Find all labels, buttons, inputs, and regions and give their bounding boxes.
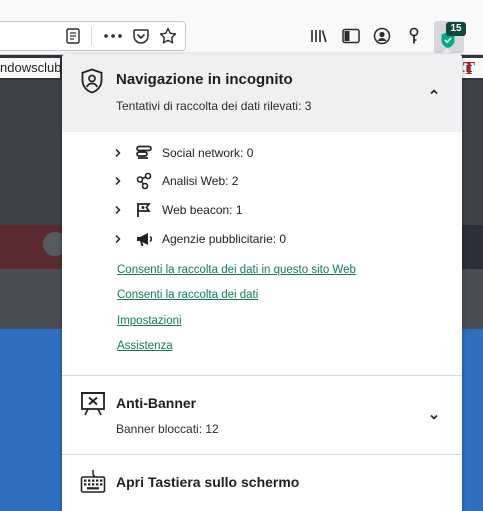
antibanner-subtitle: Banner bloccati: 12 bbox=[116, 422, 219, 436]
incognito-title: Navigazione in incognito bbox=[116, 71, 293, 88]
social-network-icon bbox=[134, 144, 154, 162]
chevron-up-icon[interactable] bbox=[428, 84, 442, 98]
tracker-row-analytics[interactable]: Analisi Web: 2 bbox=[114, 171, 238, 191]
tracker-label-social: Social network: 0 bbox=[162, 146, 254, 160]
key-icon[interactable] bbox=[404, 26, 424, 46]
bookmark-star-icon[interactable] bbox=[158, 26, 178, 46]
more-actions-icon[interactable] bbox=[103, 27, 123, 45]
support-link[interactable]: Assistenza bbox=[117, 340, 173, 352]
chevron-right-icon[interactable] bbox=[114, 176, 128, 186]
antibanner-section[interactable]: Anti-Banner Banner bloccati: 12 bbox=[62, 376, 462, 454]
keyboard-icon bbox=[80, 468, 106, 494]
tracker-label-analytics: Analisi Web: 2 bbox=[162, 174, 239, 188]
ad-agencies-icon bbox=[134, 230, 154, 248]
onscreen-keyboard-title: Apri Tastiera sullo schermo bbox=[116, 474, 300, 490]
account-icon[interactable] bbox=[372, 27, 392, 45]
bookmark-item-left[interactable]: ndowsclub bbox=[0, 58, 61, 78]
library-icon[interactable] bbox=[309, 27, 329, 45]
tracker-row-social[interactable]: Social network: 0 bbox=[114, 143, 253, 163]
web-page-strip bbox=[0, 269, 62, 329]
reader-view-icon[interactable] bbox=[64, 27, 82, 45]
settings-link[interactable]: Impostazioni bbox=[117, 315, 182, 327]
allow-data-collection-link[interactable]: Consenti la raccolta dei dati bbox=[117, 289, 258, 301]
chevron-right-icon[interactable] bbox=[114, 148, 128, 158]
site-logo-letter: T bbox=[463, 58, 476, 78]
incognito-section-header[interactable]: Navigazione in incognito Tentativi di ra… bbox=[62, 54, 462, 132]
tracker-row-ad-agencies[interactable]: Agenzie pubblicitarie: 0 bbox=[114, 229, 286, 249]
tracker-label-ad-agencies: Agenzie pubblicitarie: 0 bbox=[162, 232, 287, 246]
browser-toolbar: 15 bbox=[0, 0, 483, 55]
web-analytics-icon bbox=[134, 172, 154, 190]
pocket-icon[interactable] bbox=[132, 27, 150, 45]
tracker-row-beacon[interactable]: Web beacon: 1 bbox=[114, 200, 243, 220]
web-page-strip-right bbox=[462, 269, 483, 329]
sidebar-icon[interactable] bbox=[341, 27, 361, 45]
chevron-right-icon[interactable] bbox=[114, 205, 128, 215]
onscreen-keyboard-item[interactable]: Apri Tastiera sullo schermo bbox=[62, 455, 462, 511]
chevron-down-icon[interactable] bbox=[428, 409, 442, 423]
antibanner-title: Anti-Banner bbox=[116, 395, 197, 411]
antibanner-icon bbox=[80, 390, 106, 416]
web-beacon-icon bbox=[134, 201, 154, 219]
allow-site-data-link[interactable]: Consenti la raccolta dei dati in questo … bbox=[117, 264, 356, 276]
url-bar-separator bbox=[91, 27, 92, 45]
incognito-subtitle: Tentativi di raccolta dei dati rilevati:… bbox=[116, 99, 312, 113]
extension-badge-count: 15 bbox=[446, 22, 466, 36]
url-bar[interactable] bbox=[0, 21, 186, 51]
protection-popup: Navigazione in incognito Tentativi di ra… bbox=[62, 54, 462, 511]
web-page-nav-right bbox=[462, 225, 483, 269]
incognito-shield-icon bbox=[80, 68, 104, 94]
chevron-right-icon[interactable] bbox=[114, 234, 128, 244]
tracker-label-beacon: Web beacon: 1 bbox=[162, 203, 243, 217]
